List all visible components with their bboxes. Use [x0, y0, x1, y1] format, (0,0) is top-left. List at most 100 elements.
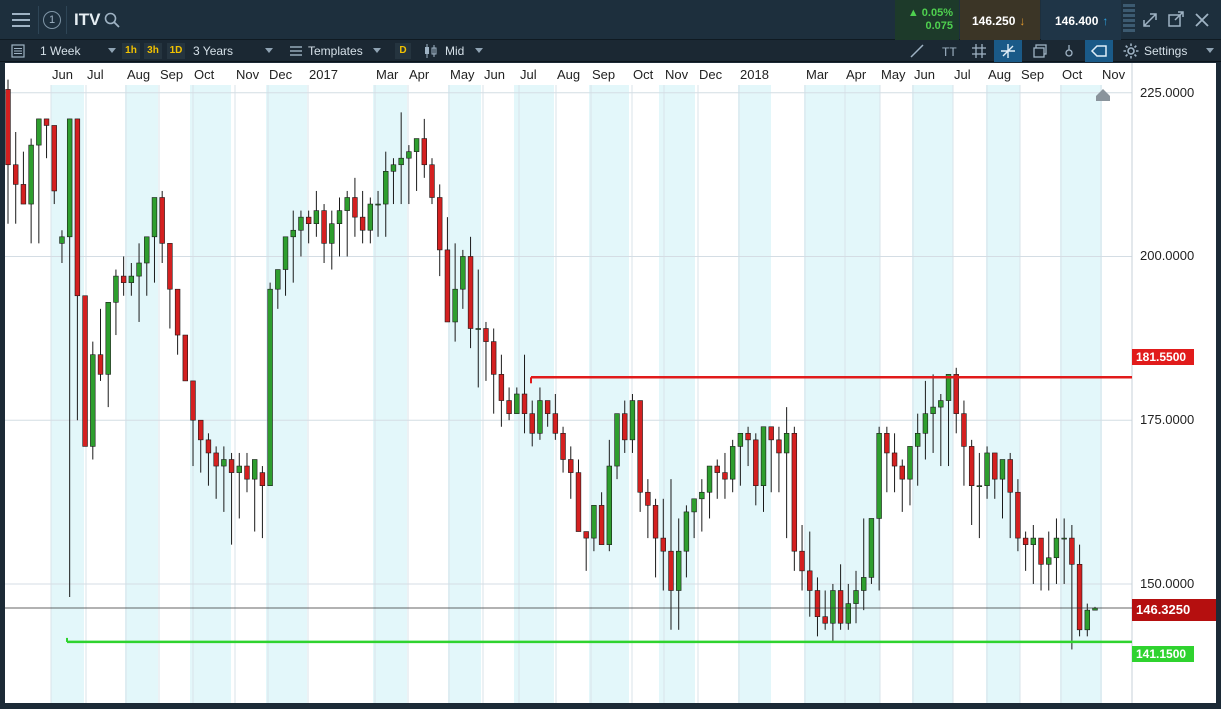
- bottom-border: [0, 703, 1221, 709]
- candle-body: [282, 236, 289, 270]
- candle-body: [714, 465, 720, 473]
- templates-icon[interactable]: [287, 42, 305, 60]
- chart-number-badge[interactable]: 1: [43, 11, 61, 29]
- chart-canvas[interactable]: [5, 63, 1216, 703]
- text-tool-icon[interactable]: TT: [940, 42, 958, 60]
- x-axis-label: 2018: [740, 67, 769, 82]
- candle-body: [660, 537, 666, 552]
- candle-body: [174, 288, 181, 336]
- sell-price: 146.250: [972, 14, 1016, 28]
- candle-body: [329, 223, 335, 244]
- candle-body: [1030, 537, 1037, 545]
- x-axis-label: Jul: [954, 67, 971, 82]
- price-type-chip[interactable]: D: [395, 43, 411, 59]
- range-dropdown[interactable]: 3 Years: [193, 40, 273, 62]
- candle-body: [907, 446, 913, 480]
- candle-body: [43, 118, 50, 126]
- sell-arrow-icon: ↓: [1019, 14, 1026, 28]
- candle-body: [1022, 537, 1029, 545]
- candle-body: [914, 432, 921, 447]
- candle-body: [205, 439, 212, 454]
- layers-icon[interactable]: [1031, 42, 1049, 60]
- candlestick-type-icon[interactable]: [422, 42, 440, 60]
- crosshair-icon: [1001, 44, 1015, 58]
- interval-dropdown[interactable]: 1 Week: [40, 40, 116, 62]
- interval-1d-button[interactable]: 1D: [167, 43, 185, 59]
- candle-body: [876, 432, 882, 519]
- candle-body: [1015, 491, 1021, 539]
- indicator-icon[interactable]: [1060, 42, 1078, 60]
- instrument-symbol[interactable]: ITV: [74, 10, 100, 30]
- tag-tool-toggle[interactable]: [1085, 40, 1113, 62]
- candle-body: [845, 603, 851, 624]
- candle-body: [583, 531, 589, 539]
- resistance-line-label: 181.5500: [1132, 349, 1194, 365]
- trendline-icon[interactable]: [908, 42, 926, 60]
- crosshair-toggle[interactable]: [994, 40, 1022, 62]
- candle-body: [745, 432, 751, 441]
- candle-body: [884, 432, 890, 454]
- candle-body: [452, 288, 458, 323]
- candle-body: [90, 354, 96, 447]
- candle-body: [20, 184, 27, 205]
- list-icon[interactable]: [9, 42, 27, 60]
- popout-icon[interactable]: [1166, 10, 1186, 30]
- candle-body: [961, 413, 967, 447]
- price-chart[interactable]: Jun Jul Aug Sep Oct Nov Dec 2017 Mar Apr May Jun Jul…: [5, 63, 1216, 703]
- settings-dropdown[interactable]: Settings: [1144, 40, 1214, 62]
- candle-body: [305, 216, 312, 224]
- candle-body: [221, 459, 227, 467]
- candle-body: [722, 472, 728, 480]
- candle-body: [421, 138, 427, 166]
- hamburger-menu-icon[interactable]: [6, 6, 36, 34]
- candle-body: [190, 380, 196, 421]
- month-band: [448, 85, 481, 703]
- candle-body: [753, 439, 759, 487]
- sell-price-button[interactable]: 146.250 ↓: [960, 0, 1040, 40]
- candle-body: [151, 197, 158, 238]
- x-axis-label: Sep: [160, 67, 184, 82]
- candle-body: [51, 125, 57, 192]
- interval-1h-button[interactable]: 1h: [122, 43, 140, 59]
- x-axis-label: Mar: [376, 67, 399, 82]
- candle-body: [930, 406, 936, 414]
- buy-price-button[interactable]: 146.400 ↑: [1041, 0, 1121, 40]
- candle-body: [575, 472, 582, 532]
- month-band: [986, 85, 1020, 703]
- interval-3h-button[interactable]: 3h: [144, 43, 162, 59]
- candle-body: [938, 400, 944, 408]
- candle-body: [74, 118, 81, 297]
- expand-icon[interactable]: [1140, 10, 1160, 30]
- buy-arrow-icon: ↑: [1102, 14, 1109, 28]
- candle-body: [652, 505, 659, 539]
- grid-icon[interactable]: [970, 42, 988, 60]
- templates-dropdown[interactable]: Templates: [308, 40, 381, 62]
- candle-body: [791, 432, 798, 552]
- candle-body: [59, 236, 65, 244]
- candle-body: [606, 465, 613, 545]
- price-type-dropdown[interactable]: Mid: [445, 40, 483, 62]
- candle-body: [128, 275, 135, 283]
- y-axis-tick-label: 225.0000: [1140, 84, 1195, 100]
- candle-body: [413, 138, 420, 152]
- candle-body: [321, 210, 327, 244]
- candle-body: [622, 413, 628, 441]
- close-icon[interactable]: [1192, 10, 1212, 30]
- market-depth-icon[interactable]: [1123, 4, 1135, 36]
- candle-body: [359, 216, 366, 231]
- search-icon[interactable]: [104, 12, 120, 28]
- candle-body: [460, 256, 466, 290]
- top-bar: 1 ITV ▲ 0.05% 0.075 146.250 ↓ 146.400 ↑: [0, 0, 1221, 40]
- gear-icon[interactable]: [1122, 42, 1140, 60]
- candle-body: [159, 197, 165, 244]
- candle-body: [1092, 607, 1098, 611]
- candle-body: [861, 577, 867, 591]
- month-band: [514, 85, 554, 703]
- change-percent: ▲ 0.05%: [907, 7, 953, 19]
- candle-body: [891, 452, 898, 467]
- candle-body: [383, 171, 389, 205]
- candle-body: [776, 439, 782, 454]
- candle-body: [406, 151, 412, 159]
- buy-price: 146.400: [1055, 14, 1099, 28]
- candle-body: [1038, 537, 1044, 565]
